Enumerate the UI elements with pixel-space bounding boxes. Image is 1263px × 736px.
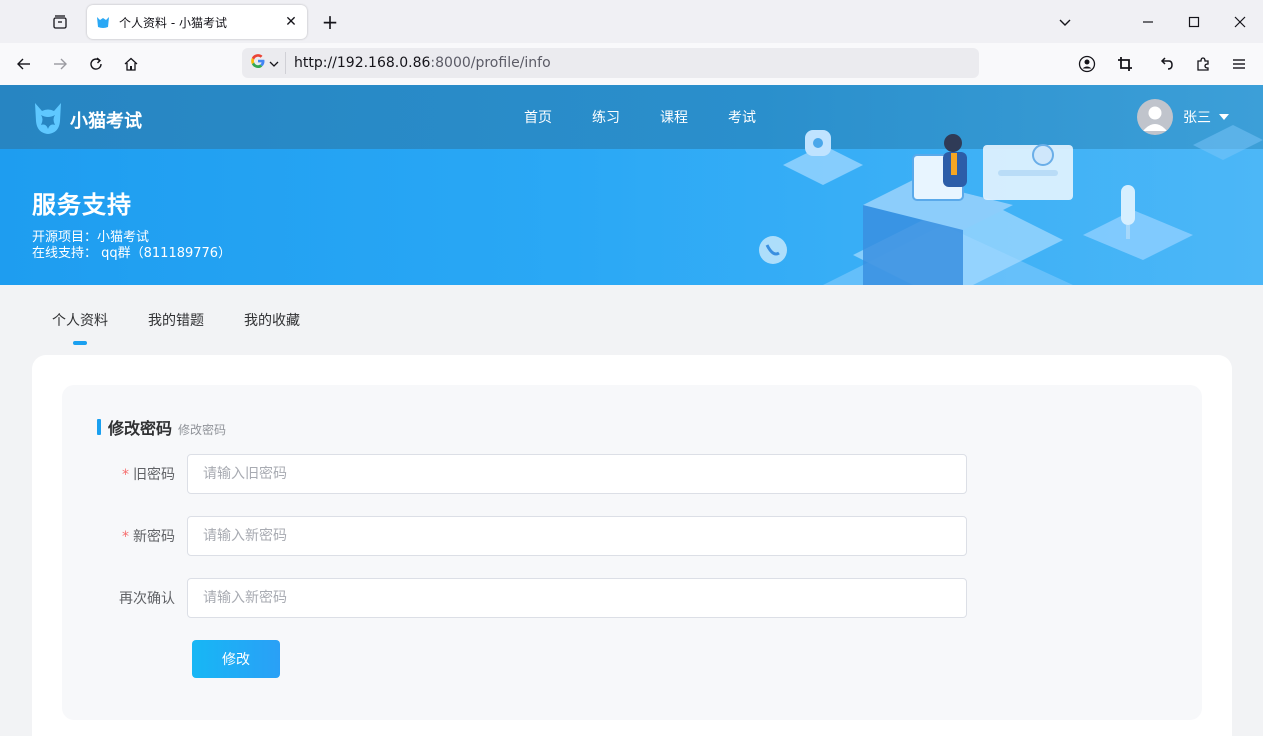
crop-screenshot-icon[interactable] — [1113, 52, 1137, 76]
section-accent-bar — [97, 419, 101, 435]
close-window-icon[interactable] — [1217, 0, 1263, 43]
old-password-label: * 旧密码 — [97, 464, 187, 484]
nav-link-exams[interactable]: 考试 — [708, 107, 776, 127]
minimize-icon[interactable] — [1125, 0, 1171, 43]
section-title-sub: 修改密码 — [178, 423, 227, 437]
tab-list-icon[interactable] — [48, 10, 72, 34]
confirm-password-label: 再次确认 — [97, 588, 187, 608]
form-row-new-password: * 新密码 — [97, 516, 967, 556]
logo-text: 小猫考试 — [70, 111, 142, 132]
account-icon[interactable] — [1075, 52, 1099, 76]
old-password-input[interactable] — [187, 454, 967, 494]
new-password-label: * 新密码 — [97, 526, 187, 546]
section-title: 修改密码 修改密码 — [97, 415, 226, 439]
url-bar[interactable]: http://192.168.0.86:8000/profile/info — [242, 48, 979, 78]
main-nav: 首页 练习 课程 考试 — [504, 85, 776, 149]
required-asterisk: * — [122, 467, 129, 483]
confirm-password-input[interactable] — [187, 578, 967, 618]
form-row-old-password: * 旧密码 — [97, 454, 967, 494]
undo-arrow-icon[interactable] — [1153, 52, 1177, 76]
window-controls — [1125, 0, 1263, 43]
banner-line-project: 开源项目：小猫考试 — [32, 230, 150, 245]
banner-line-support: 在线支持： qq群（811189776） — [32, 246, 232, 261]
tab-close-icon[interactable]: ✕ — [283, 14, 299, 30]
user-name[interactable]: 张三 — [1183, 107, 1211, 127]
browser-chrome: 个人资料 - 小猫考试 ✕ + http://192.168.0.86:8000… — [0, 0, 1263, 85]
banner-text: 服务支持 开源项目：小猫考试 在线支持： qq群（811189776） — [32, 185, 231, 262]
confirm-password-label-text: 再次确认 — [119, 591, 175, 607]
back-arrow-icon[interactable] — [12, 52, 36, 76]
site-logo[interactable]: 小猫考试 — [32, 101, 142, 139]
profile-tabs: 个人资料 我的错题 我的收藏 — [32, 285, 320, 355]
tab-title: 个人资料 - 小猫考试 — [119, 15, 227, 30]
maximize-icon[interactable] — [1171, 0, 1217, 43]
reload-icon[interactable] — [84, 52, 108, 76]
browser-tab-active[interactable]: 个人资料 - 小猫考试 ✕ — [87, 5, 307, 39]
cat-favicon-icon — [95, 14, 111, 30]
section-title-main: 修改密码 — [108, 419, 173, 438]
modify-button[interactable]: 修改 — [192, 640, 280, 678]
site-header: 小猫考试 首页 练习 课程 考试 张三 服务支持 开源项目：小猫考试 在线支持：… — [0, 85, 1263, 285]
forward-arrow-icon[interactable] — [48, 52, 72, 76]
chevron-down-icon[interactable] — [1053, 10, 1077, 34]
nav-link-home[interactable]: 首页 — [504, 107, 572, 127]
change-password-panel: 修改密码 修改密码 * 旧密码 * 新密码 再次确认 修改 — [62, 385, 1202, 720]
navigation-toolbar: http://192.168.0.86:8000/profile/info — [0, 43, 1263, 85]
form-row-confirm-password: 再次确认 — [97, 578, 967, 618]
required-asterisk: * — [122, 529, 129, 545]
url-host: http://192.168.0.86 — [294, 55, 431, 71]
tab-strip: 个人资料 - 小猫考试 ✕ + — [0, 0, 1263, 43]
old-password-label-text: 旧密码 — [133, 467, 175, 483]
google-icon — [250, 53, 266, 73]
search-engine-selector[interactable] — [248, 52, 286, 74]
new-password-label-text: 新密码 — [133, 529, 175, 545]
banner-title: 服务支持 — [32, 191, 132, 219]
new-password-input[interactable] — [187, 516, 967, 556]
new-tab-icon[interactable]: + — [318, 10, 342, 34]
caret-down-icon[interactable] — [1219, 114, 1229, 120]
url-text: http://192.168.0.86:8000/profile/info — [294, 55, 551, 71]
support-illustration — [759, 125, 1263, 285]
nav-link-courses[interactable]: 课程 — [640, 107, 708, 127]
content-card: 修改密码 修改密码 * 旧密码 * 新密码 再次确认 修改 — [32, 355, 1232, 736]
tab-personal-info[interactable]: 个人资料 — [32, 285, 128, 355]
nav-link-practice[interactable]: 练习 — [572, 107, 640, 127]
cat-logo-icon — [32, 101, 64, 139]
menu-hamburger-icon[interactable] — [1227, 52, 1251, 76]
tab-wrong-questions[interactable]: 我的错题 — [128, 285, 224, 355]
tab-favorites[interactable]: 我的收藏 — [224, 285, 320, 355]
url-path: :8000/profile/info — [430, 55, 551, 71]
extensions-puzzle-icon[interactable] — [1191, 52, 1215, 76]
chevron-down-icon — [269, 54, 279, 73]
home-icon[interactable] — [119, 52, 143, 76]
